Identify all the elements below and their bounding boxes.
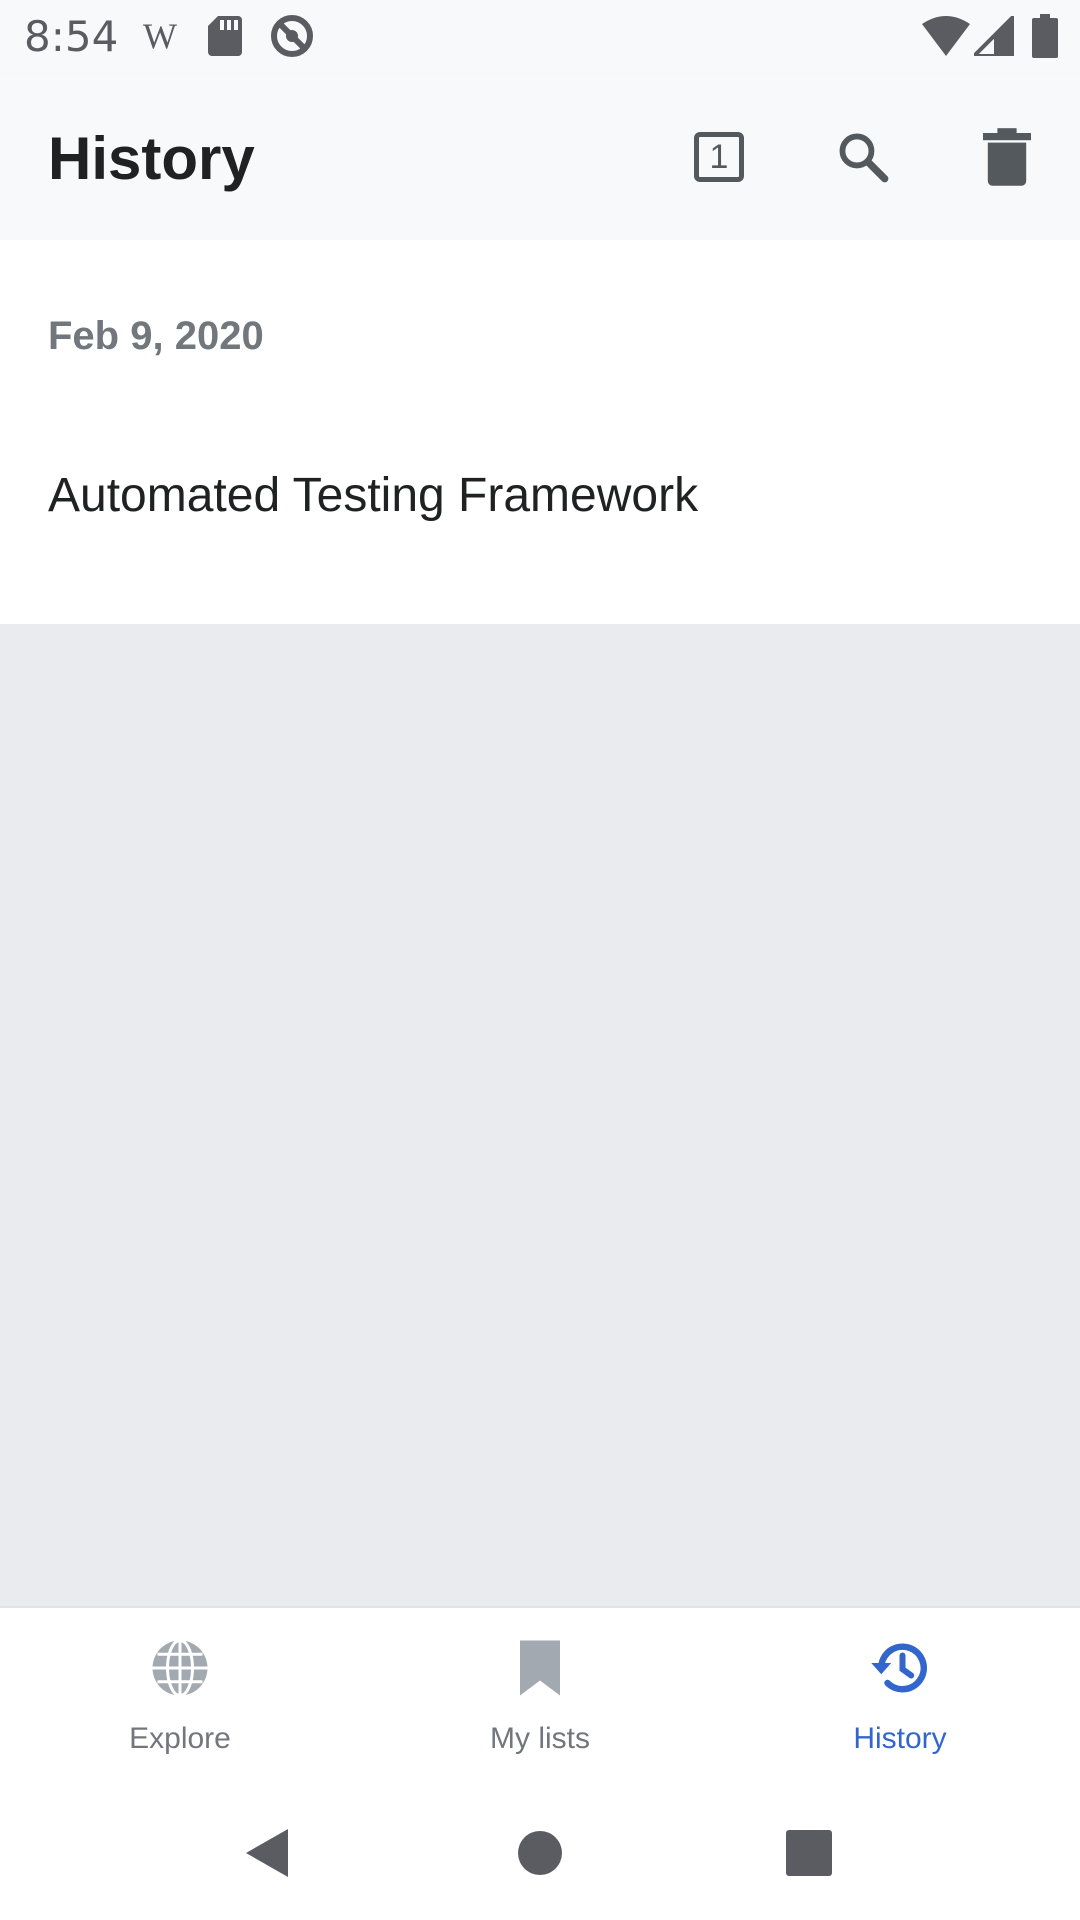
history-icon xyxy=(871,1643,927,1693)
status-time: 8:54 xyxy=(24,12,119,61)
home-button[interactable] xyxy=(495,1808,585,1898)
do-not-disturb-icon xyxy=(271,15,313,57)
recents-icon xyxy=(786,1830,832,1876)
delete-history-button[interactable] xyxy=(964,114,1050,200)
history-item-title: Automated Testing Framework xyxy=(48,469,699,522)
recents-button[interactable] xyxy=(764,1808,854,1898)
history-item[interactable]: Automated Testing Framework xyxy=(0,440,1080,560)
history-list: Feb 9, 2020 Automated Testing Framework xyxy=(0,240,1080,624)
battery-icon xyxy=(1032,14,1058,58)
status-bar: 8:54 W xyxy=(0,0,1080,74)
nav-item-explore[interactable]: Explore xyxy=(0,1608,360,1788)
date-header: Feb 9, 2020 xyxy=(48,314,264,358)
back-button[interactable] xyxy=(222,1808,312,1898)
nav-item-my-lists[interactable]: My lists xyxy=(360,1608,720,1788)
wifi-icon xyxy=(922,16,970,56)
search-button[interactable] xyxy=(820,114,906,200)
sd-card-icon xyxy=(208,16,242,56)
nav-label-history: History xyxy=(853,1722,947,1755)
tabs-count: 1 xyxy=(709,137,729,176)
nav-label-explore: Explore xyxy=(129,1722,231,1755)
search-icon xyxy=(839,133,889,183)
tabs-button[interactable]: 1 xyxy=(676,114,762,200)
system-navigation-bar xyxy=(0,1786,1080,1920)
back-icon xyxy=(246,1829,288,1877)
bottom-navigation: Explore My lists History xyxy=(0,1606,1080,1786)
app-bar: History 1 xyxy=(0,74,1080,240)
cell-signal-icon xyxy=(974,16,1014,56)
wikipedia-icon: W xyxy=(143,16,177,56)
home-icon xyxy=(518,1831,562,1875)
bookmark-icon xyxy=(520,1640,560,1696)
nav-item-history[interactable]: History xyxy=(720,1608,1080,1788)
globe-icon xyxy=(152,1639,208,1697)
svg-text:W: W xyxy=(143,16,177,56)
nav-label-my-lists: My lists xyxy=(490,1722,590,1755)
trash-icon xyxy=(983,128,1031,186)
tabs-icon: 1 xyxy=(694,132,744,182)
page-title: History xyxy=(48,125,255,192)
